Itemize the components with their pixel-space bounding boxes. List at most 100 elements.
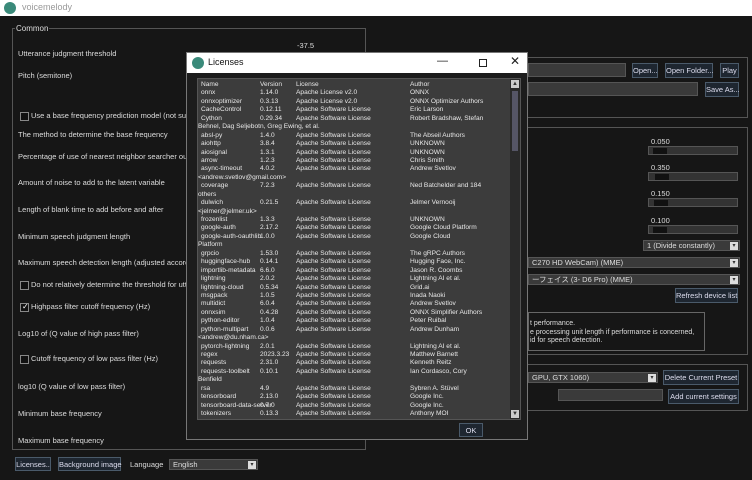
preset-name-field[interactable]	[558, 389, 663, 401]
package-version: 2.17.2	[260, 224, 278, 231]
package-version: 1.14.0	[260, 89, 278, 96]
package-license: Apache Software License	[296, 385, 371, 392]
package-name: requests	[201, 359, 226, 366]
checkbox[interactable]	[20, 281, 29, 290]
list-item[interactable]: rsa4.9Apache Software LicenseSybren A. S…	[198, 385, 520, 393]
package-name: aiohttp	[201, 140, 221, 147]
minimize-icon[interactable]: —	[437, 55, 448, 67]
list-item[interactable]: msgpack1.0.5Apache Software LicenseInada…	[198, 292, 520, 300]
input-file-field[interactable]	[528, 63, 626, 77]
list-item[interactable]: grpcio1.53.0Apache Software LicenseThe g…	[198, 250, 520, 258]
close-icon[interactable]: ✕	[510, 54, 520, 68]
maximize-icon[interactable]	[479, 59, 487, 67]
setting-label: Amount of noise to add to the latent var…	[18, 178, 165, 187]
package-author: Jason R. Coombs	[410, 267, 462, 274]
package-version: 0.7.0	[260, 402, 275, 409]
package-author-cont: Behnel, Dag Seljebotn, Greg Ewing, et al…	[198, 123, 320, 130]
preset-select[interactable]: GPU, GTX 1060)▾	[528, 372, 658, 383]
list-item[interactable]: lightning2.0.2Apache Software LicenseLig…	[198, 275, 520, 283]
slider[interactable]	[648, 172, 738, 181]
list-item[interactable]: CacheControl0.12.11Apache Software Licen…	[198, 106, 520, 114]
list-item[interactable]: arrow1.2.3Apache Software LicenseChris S…	[198, 157, 520, 165]
language-label: Language	[130, 460, 163, 469]
language-select[interactable]: English▾	[169, 459, 258, 470]
open-folder-button[interactable]: Open Folder...	[665, 63, 713, 78]
package-author: Robert Bradshaw, Stefan	[410, 115, 483, 122]
list-item[interactable]: google-auth2.17.2Apache Software License…	[198, 224, 520, 232]
scroll-thumb[interactable]	[512, 91, 518, 151]
list-item[interactable]: tensorboard2.13.0Apache Software License…	[198, 393, 520, 401]
scroll-down-icon[interactable]: ▼	[511, 410, 519, 418]
package-name: tensorboard	[201, 393, 236, 400]
refresh-device-list-button[interactable]: Refresh device list	[675, 288, 738, 303]
output-file-field[interactable]	[528, 82, 698, 96]
setting-label: Pitch (semitone)	[18, 71, 72, 80]
scrollbar[interactable]: ▲ ▼	[510, 79, 520, 419]
checkbox[interactable]	[20, 112, 29, 121]
slider[interactable]	[648, 146, 738, 155]
play-button[interactable]: Play	[720, 63, 739, 78]
save-as-button[interactable]: Save As...	[705, 82, 739, 97]
slider-thumb[interactable]	[654, 200, 668, 206]
setting-label: Utterance judgment threshold	[18, 49, 116, 58]
list-item[interactable]: python-multipart0.0.6Apache Software Lic…	[198, 326, 520, 334]
checkbox[interactable]	[20, 355, 29, 364]
list-item[interactable]: importlib-metadata6.6.0Apache Software L…	[198, 267, 520, 275]
slider[interactable]	[648, 198, 738, 207]
package-name: frozenlist	[201, 216, 227, 223]
list-item[interactable]: aiohttp3.8.4Apache Software LicenseUNKNO…	[198, 140, 520, 148]
delete-preset-button[interactable]: Delete Current Preset	[663, 370, 739, 385]
list-item[interactable]: requests2.31.0Apache Software LicenseKen…	[198, 359, 520, 367]
list-item[interactable]: multidict6.0.4Apache Software LicenseAnd…	[198, 300, 520, 308]
list-item[interactable]: coverage7.2.3Apache Software LicenseNed …	[198, 182, 520, 190]
package-version: 2023.3.23	[260, 351, 289, 358]
input-device-select[interactable]: C270 HD WebCam) (MME)▾	[528, 257, 740, 268]
list-item[interactable]: dulwich0.21.5Apache Software LicenseJelm…	[198, 199, 520, 207]
license-list[interactable]: NameVersionLicenseAuthoronnx1.14.0Apache…	[197, 78, 521, 420]
checkbox[interactable]	[20, 303, 29, 312]
list-item[interactable]: requests-toolbelt0.10.1Apache Software L…	[198, 368, 520, 376]
package-author: Ian Cordasco, Cory	[410, 368, 467, 375]
list-item[interactable]: python-editor1.0.4Apache Software Licens…	[198, 317, 520, 325]
slider-thumb[interactable]	[653, 148, 667, 154]
open-button[interactable]: Open...	[632, 63, 658, 78]
list-item[interactable]: absl-py1.4.0Apache Software LicenseThe A…	[198, 132, 520, 140]
package-license: Apache Software License	[296, 224, 371, 231]
preset-value: GPU, GTX 1060)	[532, 373, 589, 382]
output-device-select[interactable]: ーフェイス (3- D6 Pro) (MME)▾	[528, 274, 740, 285]
list-item[interactable]: aiosignal1.3.1Apache Software LicenseUNK…	[198, 149, 520, 157]
scroll-up-icon[interactable]: ▲	[511, 80, 519, 88]
list-item[interactable]: async-timeout4.0.2Apache Software Licens…	[198, 165, 520, 173]
package-name: python-editor	[201, 317, 240, 324]
list-item[interactable]: tokenizers0.13.3Apache Software LicenseA…	[198, 410, 520, 418]
list-item[interactable]: onnxsim0.4.28Apache Software LicenseONNX…	[198, 309, 520, 317]
package-license: Apache Software License	[296, 317, 371, 324]
list-item[interactable]: regex2023.3.23Apache Software LicenseMat…	[198, 351, 520, 359]
package-license: Apache Software License	[296, 132, 371, 139]
slider-thumb[interactable]	[653, 227, 667, 233]
list-item[interactable]: pytorch-lightning2.0.1Apache Software Li…	[198, 343, 520, 351]
add-settings-button[interactable]: Add current settings	[668, 389, 739, 404]
package-name: arrow	[201, 157, 218, 164]
list-item[interactable]: frozenlist1.3.3Apache Software LicenseUN…	[198, 216, 520, 224]
package-version: 7.2.3	[260, 182, 275, 189]
list-item[interactable]: google-auth-oauthlib1.0.0Apache Software…	[198, 233, 520, 241]
licenses-button[interactable]: Licenses..	[15, 457, 51, 471]
package-license: Apache Software License	[296, 258, 371, 265]
list-item[interactable]: lightning-cloud0.5.34Apache Software Lic…	[198, 284, 520, 292]
slider-thumb[interactable]	[655, 174, 669, 180]
list-item-continuation: others	[198, 191, 520, 199]
header-author: Author	[410, 81, 429, 88]
ok-button[interactable]: OK	[459, 423, 483, 437]
list-item[interactable]: onnx1.14.0Apache License v2.0ONNX	[198, 89, 520, 97]
list-item[interactable]: huggingface-hub0.14.1Apache Software Lic…	[198, 258, 520, 266]
slider[interactable]	[648, 225, 738, 234]
package-version: 0.5.34	[260, 284, 278, 291]
list-item[interactable]: tensorboard-data-server0.7.0Apache Softw…	[198, 402, 520, 410]
background-image-button[interactable]: Background image	[58, 457, 121, 471]
list-item[interactable]: onnxoptimizer0.3.13Apache License v2.0ON…	[198, 98, 520, 106]
divide-select[interactable]: 1 (Divide constantly)▾	[643, 240, 740, 251]
list-item[interactable]: Cython0.29.34Apache Software LicenseRobe…	[198, 115, 520, 123]
package-author: Kenneth Reitz	[410, 359, 451, 366]
common-group-label: Common	[15, 24, 49, 33]
